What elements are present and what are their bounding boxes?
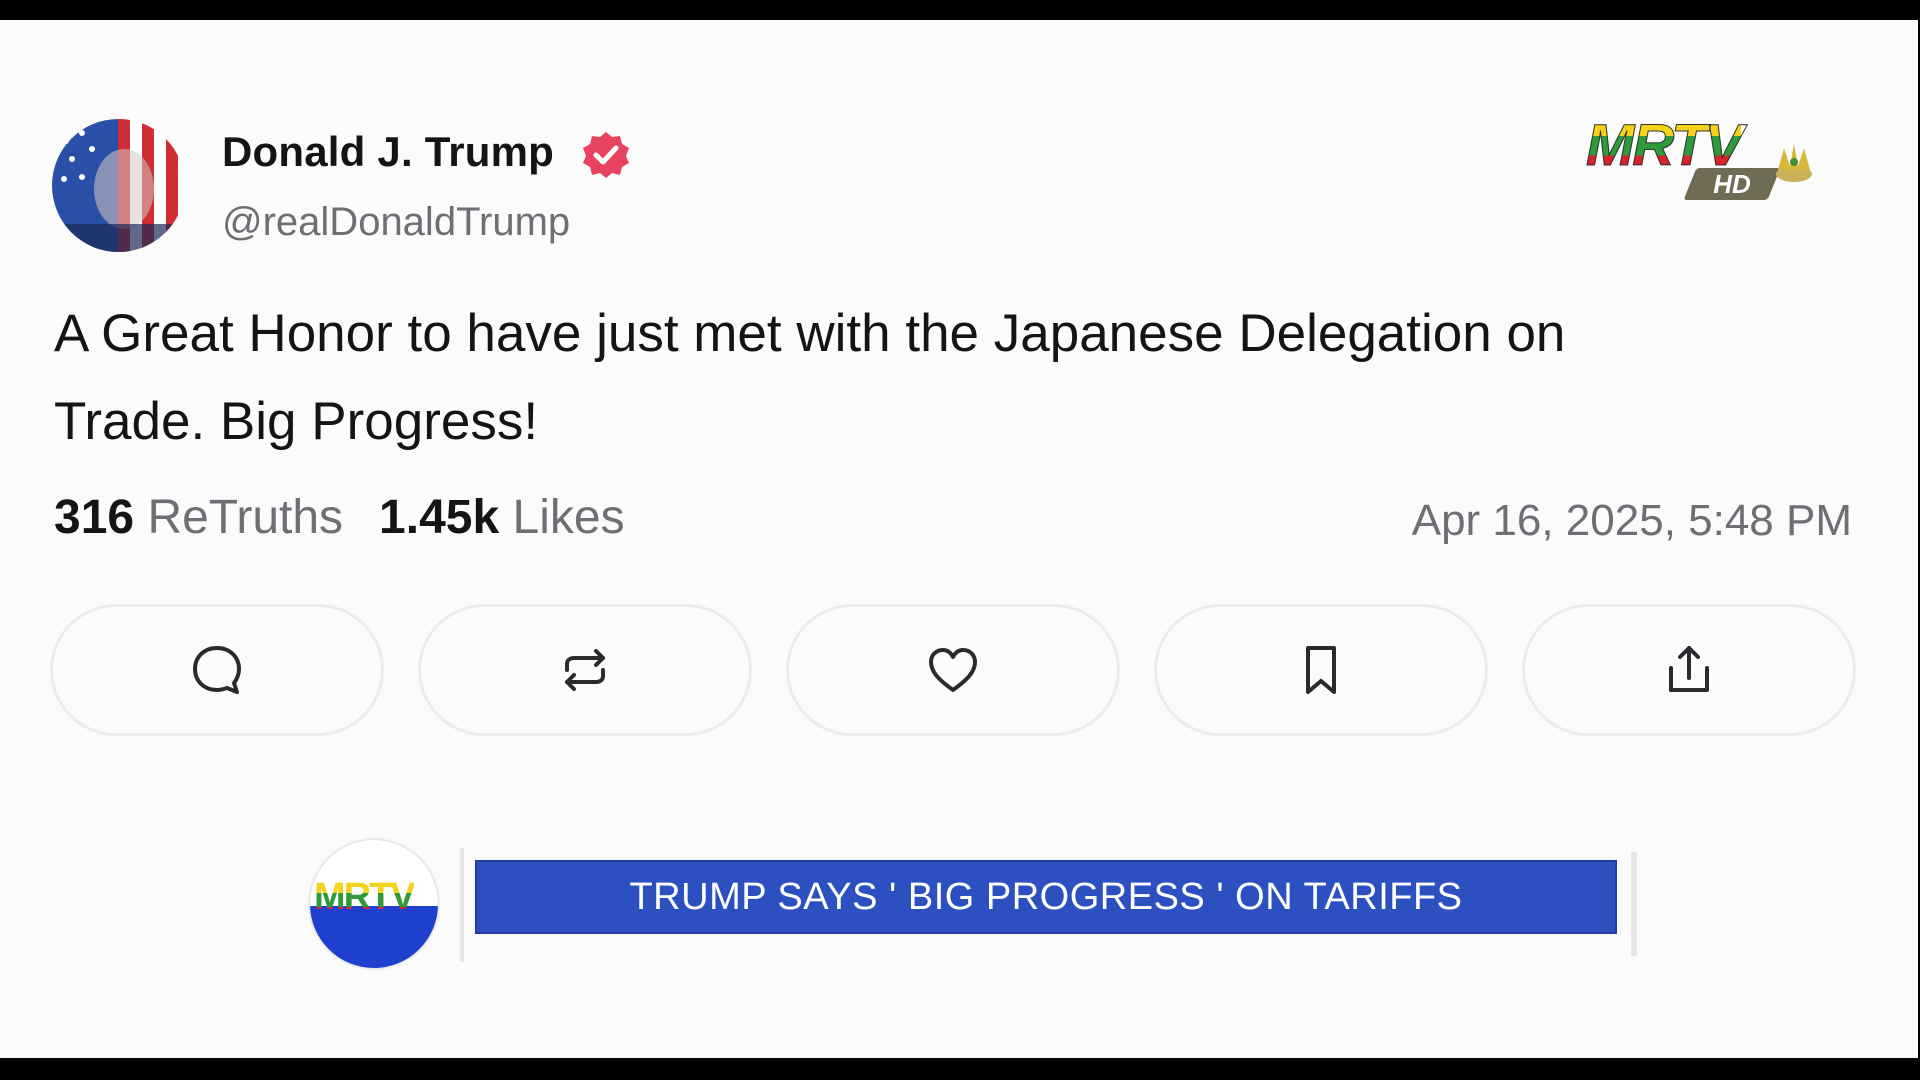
likes-count[interactable]: 1.45k: [379, 491, 499, 544]
comment-icon: [193, 646, 241, 694]
retruths-label[interactable]: ReTruths: [147, 491, 343, 544]
share-button[interactable]: [1522, 604, 1856, 736]
retruth-button[interactable]: [418, 604, 752, 736]
avatar[interactable]: [52, 119, 185, 252]
ticker-divider: [460, 848, 464, 962]
headline-text: TRUMP SAYS ' BIG PROGRESS ' ON TARIFFS: [629, 876, 1463, 918]
action-bar: [50, 604, 1858, 736]
ticker-logo-text: MRTV: [314, 876, 416, 918]
user-handle[interactable]: @realDonaldTrump: [222, 200, 570, 245]
post-text-line: Trade. Big Progress!: [54, 392, 539, 451]
bookmark-icon: [1306, 646, 1336, 694]
display-name[interactable]: Donald J. Trump: [222, 128, 554, 176]
logo-text: MRTV: [1585, 113, 1743, 178]
likes-label[interactable]: Likes: [513, 491, 625, 544]
post-card: Donald J. Trump @realDonaldTrump A Great…: [0, 20, 1918, 1058]
verified-badge-icon: [583, 132, 629, 178]
ornament-icon: [1776, 144, 1812, 182]
video-frame: Donald J. Trump @realDonaldTrump A Great…: [0, 0, 1920, 1080]
post-timestamp: Apr 16, 2025, 5:48 PM: [1411, 496, 1852, 545]
reply-button[interactable]: [50, 604, 384, 736]
ticker-end-cap: [1631, 852, 1637, 956]
repost-icon: [565, 649, 605, 691]
broadcaster-logo: MRTV HD: [1585, 113, 1826, 216]
retruths-count[interactable]: 316: [54, 491, 134, 544]
engagement-stats: 316 ReTruths 1.45k Likes: [54, 490, 625, 545]
headline-bar: TRUMP SAYS ' BIG PROGRESS ' ON TARIFFS: [475, 860, 1617, 934]
ticker-logo: MRTV: [310, 840, 438, 968]
bookmark-button[interactable]: [1154, 604, 1488, 736]
news-ticker: MRTV TRUMP SAYS ' BIG PROGRESS ' ON TARI…: [300, 838, 1650, 968]
share-icon: [1669, 646, 1709, 692]
post-text: A Great Honor to have just met with the …: [54, 290, 1854, 466]
like-button[interactable]: [786, 604, 1120, 736]
heart-icon: [929, 648, 977, 692]
post-text-line: A Great Honor to have just met with the …: [54, 304, 1566, 363]
